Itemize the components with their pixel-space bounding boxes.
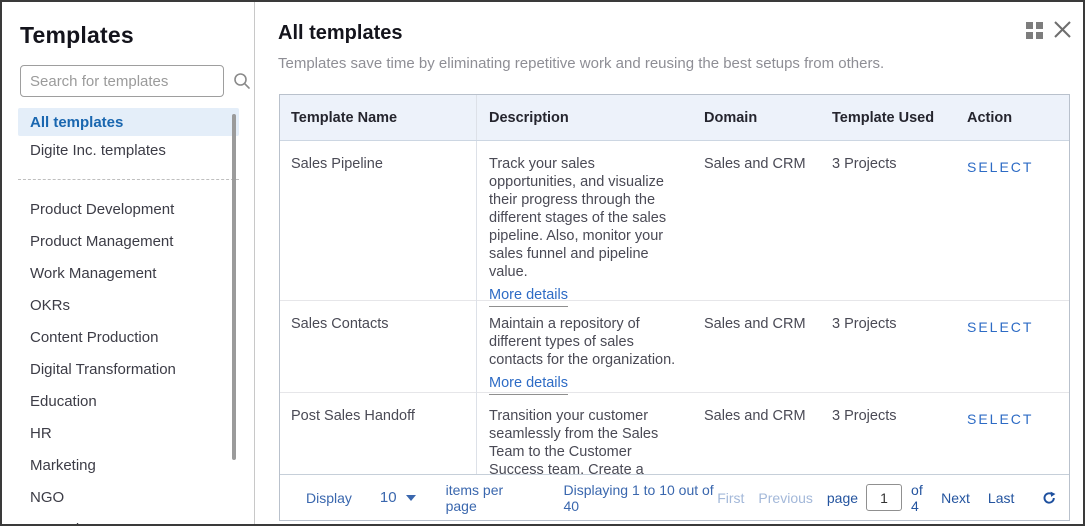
- action-cell: SELECT: [952, 141, 1069, 307]
- sidebar-item-product-development[interactable]: Product Development: [18, 193, 239, 225]
- action-cell: SELECT: [952, 393, 1069, 474]
- templates-window: Templates All templates Digite Inc. temp…: [0, 0, 1085, 526]
- domain-cell: Sales and CRM: [704, 316, 806, 332]
- template-name-cell: Sales Contacts: [280, 301, 477, 395]
- sidebar-item-ngo[interactable]: NGO: [18, 481, 239, 513]
- items-per-page-label: items per page: [445, 481, 504, 514]
- first-page-button[interactable]: First: [717, 490, 744, 506]
- sidebar-item-education[interactable]: Education: [18, 385, 239, 417]
- of-total-label: of 4: [911, 481, 923, 514]
- more-details-link[interactable]: More details: [489, 374, 568, 395]
- select-button[interactable]: SELECT: [967, 410, 1033, 428]
- grid-view-icon[interactable]: [1026, 22, 1043, 39]
- column-header-template-name: Template Name: [280, 95, 477, 140]
- page-size-dropdown[interactable]: 10: [380, 489, 416, 506]
- template-description-cell: Transition your customer seamlessly from…: [477, 393, 692, 474]
- close-icon[interactable]: [1052, 19, 1073, 40]
- search-input[interactable]: [21, 72, 233, 90]
- display-label: Display: [306, 489, 352, 506]
- sidebar-nav: All templates Digite Inc. templates Prod…: [18, 108, 239, 525]
- select-button[interactable]: SELECT: [967, 318, 1033, 336]
- table-header-row: Template Name Description Domain Templat…: [280, 95, 1069, 141]
- last-page-button[interactable]: Last: [988, 490, 1014, 506]
- template-name-cell: Sales Pipeline: [280, 141, 477, 307]
- description-text: Transition your customer seamlessly from…: [489, 408, 659, 474]
- column-header-action: Action: [967, 109, 1013, 126]
- description-text: Track your sales opportunities, and visu…: [489, 156, 667, 280]
- action-cell: SELECT: [952, 301, 1069, 395]
- next-page-button[interactable]: Next: [941, 490, 970, 506]
- table-body: Sales Pipeline Track your sales opportun…: [280, 141, 1069, 474]
- search-box: [20, 65, 250, 97]
- column-header-description: Description: [489, 109, 569, 126]
- sidebar-item-digital-transformation[interactable]: Digital Transformation: [18, 353, 239, 385]
- refresh-icon[interactable]: [1042, 488, 1057, 508]
- table-row: Post Sales Handoff Transition your custo…: [280, 393, 1069, 474]
- sidebar-divider: [18, 179, 239, 180]
- domain-cell: Sales and CRM: [704, 408, 806, 424]
- pagination-summary: Displaying 1 to 10 out of 40: [563, 481, 714, 514]
- page-label: page: [826, 489, 859, 506]
- table-row: Sales Pipeline Track your sales opportun…: [280, 141, 1069, 307]
- pagination-left: Display 10 items per page Displaying 1 t…: [280, 482, 717, 514]
- sidebar-item-content-production[interactable]: Content Production: [18, 321, 239, 353]
- page-title: All templates: [278, 22, 403, 44]
- sidebar-item-hr[interactable]: HR: [18, 417, 239, 449]
- page-size-value: 10: [379, 489, 397, 506]
- pagination-bar: Display 10 items per page Displaying 1 t…: [280, 474, 1069, 520]
- template-name-cell: Post Sales Handoff: [280, 393, 477, 474]
- template-used-cell: 3 Projects: [832, 156, 897, 172]
- sidebar-item-product-management[interactable]: Product Management: [18, 225, 239, 257]
- domain-cell: Sales and CRM: [704, 156, 806, 172]
- page-subtitle: Templates save time by eliminating repet…: [278, 55, 885, 72]
- template-used-cell: 3 Projects: [832, 408, 897, 424]
- search-icon: [234, 73, 250, 89]
- sidebar-item-operations[interactable]: Operations: [18, 513, 239, 525]
- page-number-input[interactable]: [866, 484, 903, 511]
- pagination-right: First Previous page of 4 Next Last: [717, 482, 1069, 514]
- sidebar-item-all-templates[interactable]: All templates: [18, 108, 239, 136]
- templates-table: Template Name Description Domain Templat…: [279, 94, 1070, 521]
- description-text: Maintain a repository of different types…: [489, 316, 676, 368]
- table-row: Sales Contacts Maintain a repository of …: [280, 301, 1069, 395]
- sidebar-item-digite-templates[interactable]: Digite Inc. templates: [18, 136, 239, 164]
- sidebar-scrollbar[interactable]: [232, 114, 236, 460]
- template-description-cell: Maintain a repository of different types…: [477, 301, 692, 395]
- column-header-domain: Domain: [704, 109, 758, 126]
- sidebar-item-okrs[interactable]: OKRs: [18, 289, 239, 321]
- sidebar-item-marketing[interactable]: Marketing: [18, 449, 239, 481]
- select-button[interactable]: SELECT: [967, 158, 1033, 176]
- previous-page-button[interactable]: Previous: [758, 490, 812, 506]
- sidebar: Templates All templates Digite Inc. temp…: [2, 2, 255, 524]
- column-header-template-used: Template Used: [832, 109, 935, 126]
- sidebar-title: Templates: [20, 22, 134, 48]
- caret-down-icon: [405, 494, 416, 501]
- sidebar-item-work-management[interactable]: Work Management: [18, 257, 239, 289]
- template-description-cell: Track your sales opportunities, and visu…: [477, 141, 692, 307]
- template-used-cell: 3 Projects: [832, 316, 897, 332]
